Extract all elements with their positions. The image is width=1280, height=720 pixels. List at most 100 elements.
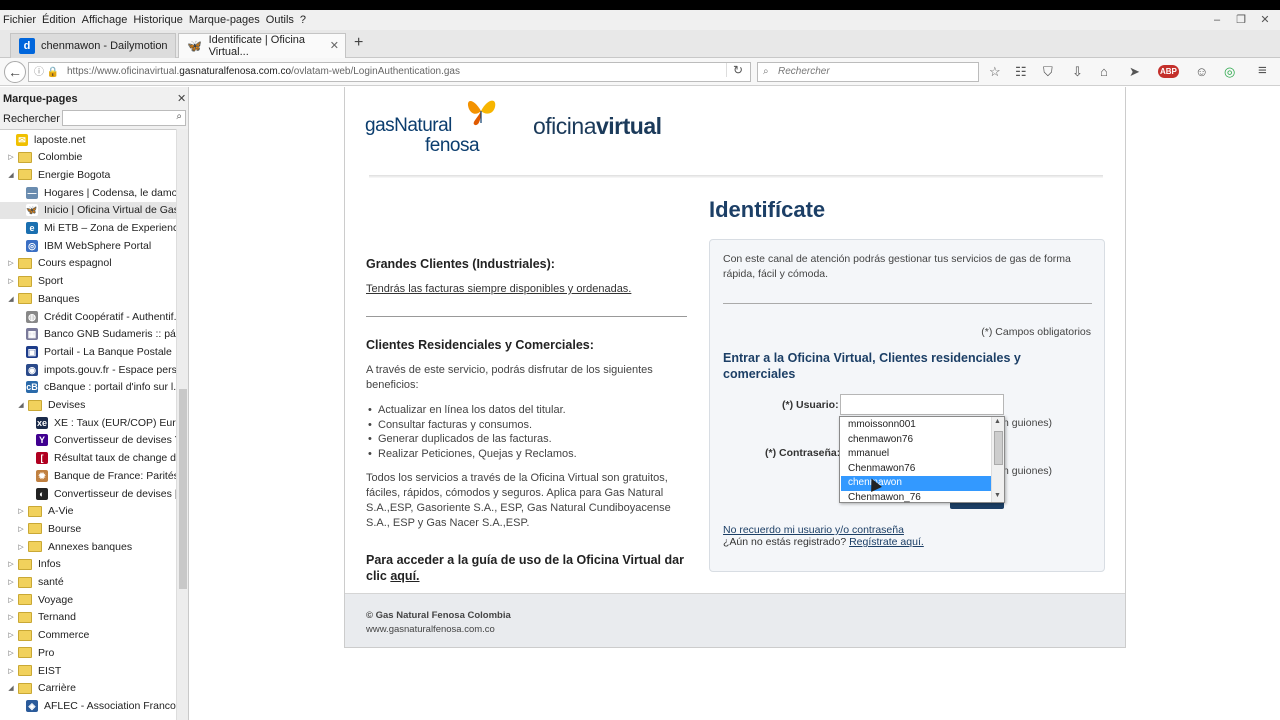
bookmark-item[interactable]: ◍ Crédit Coopératif - Authentif... <box>0 308 176 325</box>
tab-close-icon[interactable]: ✕ <box>330 39 339 52</box>
bookmark-folder[interactable]: ▷ A-Vie <box>0 503 176 520</box>
new-tab-button[interactable]: + <box>354 34 363 52</box>
menu-fichier[interactable]: Fichier <box>3 14 36 26</box>
grandes-clientes-link[interactable]: Tendrás las facturas siempre disponibles… <box>366 283 631 295</box>
bookmark-item[interactable]: cB cBanque : portail d'info sur l... <box>0 379 176 396</box>
autocomplete-option[interactable]: mmanuel <box>841 447 991 462</box>
twisty-icon[interactable]: ▷ <box>6 631 16 639</box>
twisty-icon[interactable]: ▷ <box>6 649 16 657</box>
menu-outils[interactable]: Outils <box>266 14 294 26</box>
bookmark-folder[interactable]: ◢ Carrière <box>0 680 176 697</box>
adblock-icon[interactable]: ABP <box>1158 65 1179 78</box>
twisty-icon[interactable]: ▷ <box>6 277 16 285</box>
bookmark-folder[interactable]: ▷ Sport <box>0 273 176 290</box>
twisty-icon[interactable]: ▷ <box>6 259 16 267</box>
download-icon[interactable]: ⇩ <box>1072 64 1083 80</box>
tab-dailymotion[interactable]: d chenmawon - Dailymotion <box>10 33 176 58</box>
menu-edition[interactable]: Édition <box>42 14 76 26</box>
home-icon[interactable]: ⌂ <box>1100 64 1108 79</box>
scroll-up-icon[interactable]: ▲ <box>994 418 1001 425</box>
forgot-password-link[interactable]: No recuerdo mi usuario y/o contraseña <box>723 524 904 536</box>
site-info-icon[interactable]: ⓘ 🔒 <box>34 63 59 78</box>
bookmark-item[interactable]: ▣ Portail - La Banque Postale <box>0 343 176 360</box>
bookmark-item[interactable]: ✉ laposte.net <box>0 131 176 148</box>
register-link[interactable]: Regístrate aquí. <box>849 536 924 548</box>
pocket-icon[interactable]: ⛉ <box>1043 64 1053 80</box>
bookmark-item[interactable]: ◉ impots.gouv.fr - Espace pers... <box>0 361 176 378</box>
menu-historique[interactable]: Historique <box>133 14 183 26</box>
bookmark-folder[interactable]: ▷ Bourse <box>0 520 176 537</box>
autocomplete-option[interactable]: chenmawon76 <box>841 433 991 448</box>
bookmark-folder[interactable]: ◢ Banques <box>0 290 176 307</box>
autocomplete-option[interactable]: mmoissonn001 <box>841 418 991 433</box>
user-input[interactable] <box>840 394 1004 415</box>
reload-icon[interactable]: ↻ <box>726 63 743 77</box>
bookmark-folder[interactable]: ▷ Pro <box>0 644 176 661</box>
dropdown-scrollbar[interactable]: ▲ ▼ <box>991 417 1004 502</box>
menu-marque-pages[interactable]: Marque-pages <box>189 14 260 26</box>
autocomplete-option[interactable]: Chenmawon76 <box>841 462 991 477</box>
bookmark-folder[interactable]: ▷ Annexes banques <box>0 538 176 555</box>
extension-icon[interactable]: ◎ <box>1224 64 1235 80</box>
twisty-icon[interactable]: ▷ <box>6 613 16 621</box>
twisty-icon[interactable]: ◢ <box>6 295 16 303</box>
bookmark-folder[interactable]: ◢ Devises <box>0 397 176 414</box>
twisty-icon[interactable]: ▷ <box>6 596 16 604</box>
maximize-button[interactable]: ❐ <box>1230 10 1252 30</box>
menu-help[interactable]: ? <box>300 14 306 26</box>
twisty-icon[interactable]: ◢ <box>6 171 16 179</box>
bookmark-folder[interactable]: ◢ Energie Bogota <box>0 166 176 183</box>
bookmark-folder[interactable]: ▷ EIST <box>0 662 176 679</box>
twisty-icon[interactable]: ◢ <box>16 401 26 409</box>
menu-affichage[interactable]: Affichage <box>82 14 128 26</box>
twisty-icon[interactable]: ▷ <box>6 153 16 161</box>
scroll-down-icon[interactable]: ▼ <box>994 492 1001 499</box>
bookmark-folder[interactable]: ▷ Voyage <box>0 591 176 608</box>
twisty-icon[interactable]: ▷ <box>6 560 16 568</box>
bookmark-folder[interactable]: ▷ Commerce <box>0 627 176 644</box>
twisty-icon[interactable]: ▷ <box>6 578 16 586</box>
scrollbar-thumb[interactable] <box>994 431 1003 465</box>
bookmark-folder[interactable]: ▷ Ternand <box>0 609 176 626</box>
chat-icon[interactable]: ☺ <box>1195 64 1208 79</box>
sidebar-search-input[interactable]: ⌕ <box>62 110 186 126</box>
bookmark-item[interactable]: ◎ IBM WebSphere Portal <box>0 237 176 254</box>
scrollbar-thumb[interactable] <box>179 389 187 589</box>
tab-oficina-virtual[interactable]: 🦋 Identificate | Oficina Virtual... ✕ <box>178 33 346 58</box>
hamburger-menu-icon[interactable]: ≡ <box>1258 62 1267 79</box>
bookmarks-menu-icon[interactable]: ☷ <box>1015 64 1027 80</box>
autocomplete-option-selected[interactable]: chenmawon <box>841 476 991 491</box>
bookmark-item[interactable]: ◈ AFLEC - Association Franco ... <box>0 697 176 714</box>
send-icon[interactable]: ➤ <box>1129 64 1140 80</box>
bookmark-label: impots.gouv.fr - Espace pers... <box>44 363 176 376</box>
url-bar[interactable]: https://www.oficinavirtual.gasnaturalfen… <box>28 62 751 82</box>
bookmark-star-icon[interactable]: ☆ <box>989 64 1001 80</box>
bookmark-item[interactable]: 🦋 Inicio | Oficina Virtual de Gas... <box>0 201 176 219</box>
bookmark-folder[interactable]: ▷ Cours espagnol <box>0 255 176 272</box>
bookmark-item[interactable]: xe XE : Taux (EUR/COP) Euro ... <box>0 414 176 431</box>
bookmark-item[interactable]: e Mi ETB – Zona de Experienci... <box>0 220 176 237</box>
bookmark-item[interactable]: Y Convertisseur de devises Y... <box>0 432 176 449</box>
bookmark-item[interactable]: [Résultat taux de change d... <box>0 450 176 467</box>
sidebar-scrollbar[interactable] <box>176 129 188 720</box>
twisty-icon[interactable]: ▷ <box>6 667 16 675</box>
bookmark-folder[interactable]: ▷ santé <box>0 574 176 591</box>
twisty-icon[interactable]: ▷ <box>16 543 26 551</box>
section-divider <box>366 316 687 317</box>
twisty-icon[interactable]: ▷ <box>16 507 26 515</box>
sidebar-close-icon[interactable]: ✕ <box>177 92 186 105</box>
guide-link[interactable]: aquí. <box>390 569 419 583</box>
window-close-button[interactable]: ✕ <box>1254 10 1276 30</box>
bookmark-folder[interactable]: ▷ Colombie <box>0 149 176 166</box>
bookmark-folder[interactable]: ▷ Infos <box>0 556 176 573</box>
twisty-icon[interactable]: ▷ <box>16 525 26 533</box>
search-input[interactable]: ⌕ Rechercher <box>757 62 979 82</box>
bookmark-item[interactable]: ✹ Banque de France: Parités ... <box>0 467 176 484</box>
twisty-icon[interactable]: ◢ <box>6 684 16 692</box>
bookmark-item[interactable]: ◐ Convertisseur de devises | ... <box>0 485 176 502</box>
bookmark-item[interactable]: ▦ Banco GNB Sudameris :: pág... <box>0 326 176 343</box>
minimize-button[interactable]: – <box>1206 10 1228 30</box>
back-button[interactable]: ← <box>4 61 26 83</box>
autocomplete-option[interactable]: Chenmawon_76 <box>841 491 991 506</box>
bookmark-item[interactable]: — Hogares | Codensa, le damo... <box>0 184 176 201</box>
